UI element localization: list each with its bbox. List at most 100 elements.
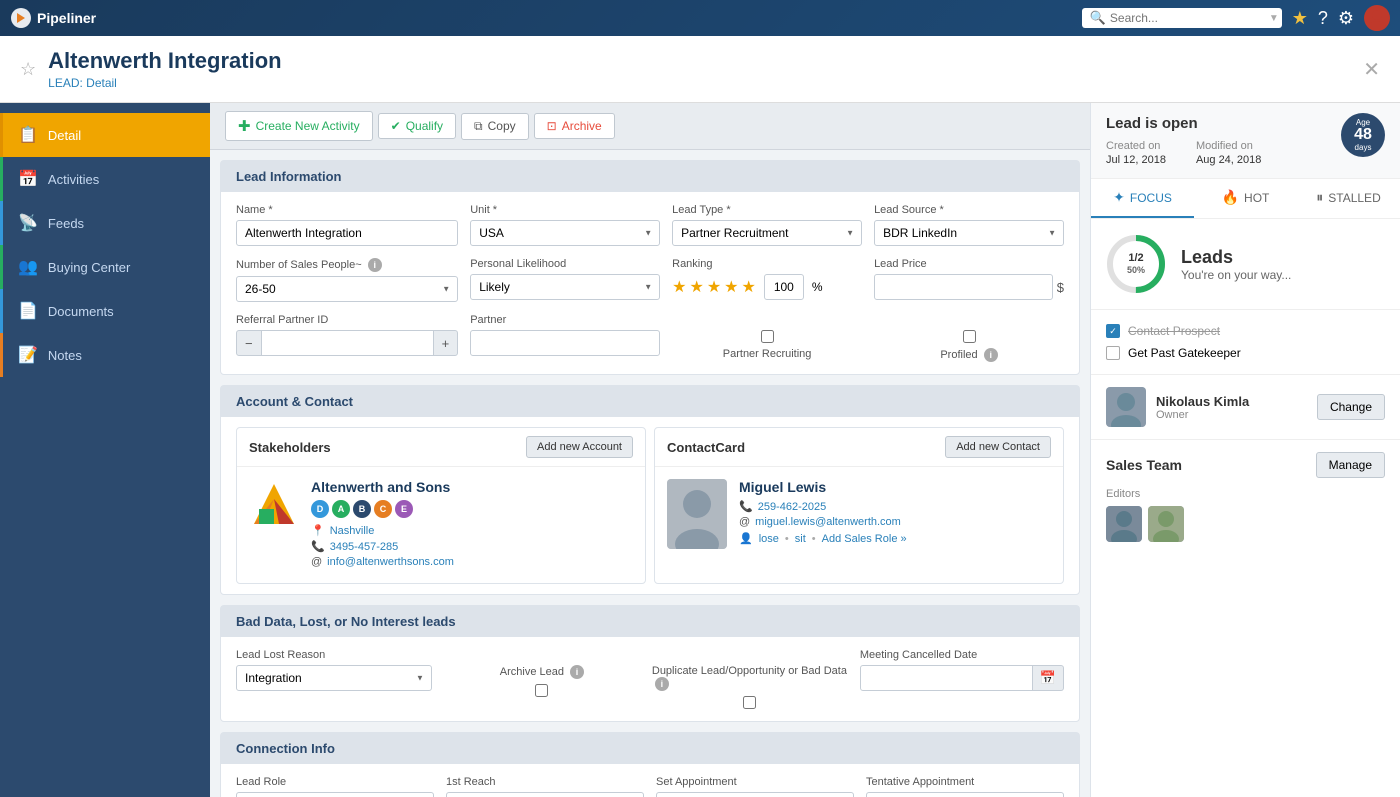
hot-tab[interactable]: 🔥 HOT (1194, 179, 1297, 218)
star-3[interactable]: ★ (707, 277, 721, 297)
sidebar-item-activities[interactable]: 📅 Activities (0, 157, 210, 201)
lead-role-input[interactable] (236, 792, 434, 797)
referral-increment[interactable]: + (433, 330, 459, 356)
help-icon[interactable]: ? (1318, 8, 1328, 29)
email-link[interactable]: info@altenwerthsons.com (327, 556, 454, 568)
first-reach-input[interactable] (446, 792, 644, 797)
stakeholders-header: Stakeholders Add new Account (237, 428, 645, 467)
unit-group: Unit * USA (470, 204, 660, 246)
archive-info-icon[interactable]: i (570, 665, 584, 679)
archive-lead-checkbox[interactable] (535, 684, 548, 697)
name-input[interactable] (236, 220, 458, 246)
lead-price-input[interactable] (874, 274, 1053, 300)
archive-icon: ⊡ (547, 119, 557, 133)
search-dropdown-icon[interactable]: ▼ (1269, 13, 1279, 24)
search-input[interactable] (1110, 11, 1265, 25)
sidebar-item-buying[interactable]: 👥 Buying Center (0, 245, 210, 289)
duplicate-info-icon[interactable]: i (655, 677, 669, 691)
hot-label: HOT (1244, 191, 1269, 205)
lead-source-select-wrapper: BDR LinkedIn (874, 220, 1064, 246)
referral-decrement[interactable]: − (236, 330, 262, 356)
copy-button[interactable]: ⧉ Copy (461, 113, 529, 140)
duplicate-checkbox[interactable] (743, 696, 756, 709)
check-box-gatekeeper[interactable] (1106, 346, 1120, 360)
global-search[interactable]: 🔍 ▼ (1082, 8, 1282, 28)
star-1[interactable]: ★ (672, 277, 686, 297)
ranking-group: Ranking ★ ★ ★ ★ ★ % (672, 258, 862, 302)
modified-date-val: Aug 24, 2018 (1196, 154, 1261, 166)
meeting-cancelled-date-input[interactable] (860, 665, 1033, 691)
archive-lead-label: Archive Lead i (500, 665, 584, 679)
status-tabs: ✦ FOCUS 🔥 HOT ⏸ STALLED (1091, 179, 1400, 219)
lead-info-header: Lead Information (221, 161, 1079, 192)
likelihood-select-wrapper: Likely (470, 274, 660, 300)
main-layout: 📋 Detail 📅 Activities 📡 Feeds 👥 Buying C… (0, 103, 1400, 797)
lead-source-select[interactable]: BDR LinkedIn (874, 220, 1064, 246)
sidebar-label-buying: Buying Center (48, 260, 130, 275)
sidebar-item-documents[interactable]: 📄 Documents (0, 289, 210, 333)
star-5[interactable]: ★ (742, 277, 756, 297)
role2-link[interactable]: sit (795, 533, 806, 545)
unit-select[interactable]: USA (470, 220, 660, 246)
role1-link[interactable]: lose (759, 533, 779, 545)
badge-c: C (374, 500, 392, 518)
phone-link[interactable]: 3495-457-285 (330, 541, 399, 553)
sidebar-item-detail[interactable]: 📋 Detail (0, 113, 210, 157)
name-label: Name * (236, 204, 458, 216)
star-icon[interactable]: ★ (1292, 8, 1308, 29)
ranking-stars-group: ★ ★ ★ ★ ★ % (672, 274, 862, 300)
contact-card-header: ContactCard Add new Contact (655, 428, 1063, 467)
ranking-pct-input[interactable] (764, 274, 804, 300)
referral-input[interactable] (262, 330, 433, 356)
user-avatar[interactable] (1364, 5, 1390, 31)
city-link[interactable]: Nashville (330, 525, 375, 537)
lead-information-section: Lead Information Name * Unit * USA (220, 160, 1080, 375)
favorite-star[interactable]: ☆ (20, 59, 36, 80)
sales-people-select[interactable]: 26-50 (236, 276, 458, 302)
stars[interactable]: ★ ★ ★ ★ ★ (672, 277, 756, 297)
profiled-checkbox[interactable] (963, 330, 976, 343)
lead-type-group: Lead Type * Partner Recruitment (672, 204, 862, 246)
check-label-contact: Contact Prospect (1128, 324, 1220, 338)
profiled-info-icon[interactable]: i (984, 348, 998, 362)
qualify-button[interactable]: ✔ Qualify (378, 113, 456, 139)
connection-info-grid: Lead Role 1st Reach Set Appointment Tent… (221, 764, 1079, 797)
calendar-icon-button[interactable]: 📅 (1033, 665, 1064, 691)
archive-lead-group: Archive Lead i (444, 649, 640, 709)
location-icon: 📍 (311, 524, 325, 537)
check-box-contact[interactable]: ✓ (1106, 324, 1120, 338)
star-4[interactable]: ★ (724, 277, 738, 297)
contact-email-link[interactable]: miguel.lewis@altenwerth.com (755, 516, 901, 528)
close-icon[interactable]: ✕ (1363, 57, 1380, 82)
add-account-button[interactable]: Add new Account (526, 436, 633, 458)
create-activity-button[interactable]: ✚ Create New Activity (225, 111, 373, 141)
manage-team-button[interactable]: Manage (1316, 452, 1385, 478)
owner-avatar (1106, 387, 1146, 427)
partner-recruiting-checkbox[interactable] (761, 330, 774, 343)
sales-people-info-icon[interactable]: i (368, 258, 382, 272)
star-2[interactable]: ★ (689, 277, 703, 297)
partner-input[interactable] (470, 330, 660, 356)
sidebar-item-notes[interactable]: 📝 Notes (0, 333, 210, 377)
stalled-tab[interactable]: ⏸ STALLED (1297, 179, 1400, 218)
sidebar-label-activities: Activities (48, 172, 99, 187)
stalled-icon: ⏸ (1316, 189, 1323, 206)
archive-button[interactable]: ⊡ Archive (534, 113, 615, 139)
editors-row (1106, 506, 1385, 542)
toolbar: ✚ Create New Activity ✔ Qualify ⧉ Copy ⊡… (210, 103, 1090, 150)
qualify-icon: ✔ (391, 119, 401, 133)
settings-icon[interactable]: ⚙ (1338, 8, 1354, 29)
duplicate-label: Duplicate Lead/Opportunity or Bad Data i (652, 665, 848, 691)
change-owner-button[interactable]: Change (1317, 394, 1385, 420)
lead-source-group: Lead Source * BDR LinkedIn (874, 204, 1064, 246)
sidebar-item-feeds[interactable]: 📡 Feeds (0, 201, 210, 245)
focus-tab[interactable]: ✦ FOCUS (1091, 179, 1194, 218)
add-role-link[interactable]: Add Sales Role » (822, 533, 907, 545)
lost-reason-select[interactable]: Integration (236, 665, 432, 691)
likelihood-select[interactable]: Likely (470, 274, 660, 300)
set-appt-input[interactable] (656, 792, 854, 797)
contact-phone-link[interactable]: 259-462-2025 (758, 501, 827, 513)
add-contact-button[interactable]: Add new Contact (945, 436, 1051, 458)
lead-type-select[interactable]: Partner Recruitment (672, 220, 862, 246)
tentative-appt-input[interactable] (866, 792, 1064, 797)
